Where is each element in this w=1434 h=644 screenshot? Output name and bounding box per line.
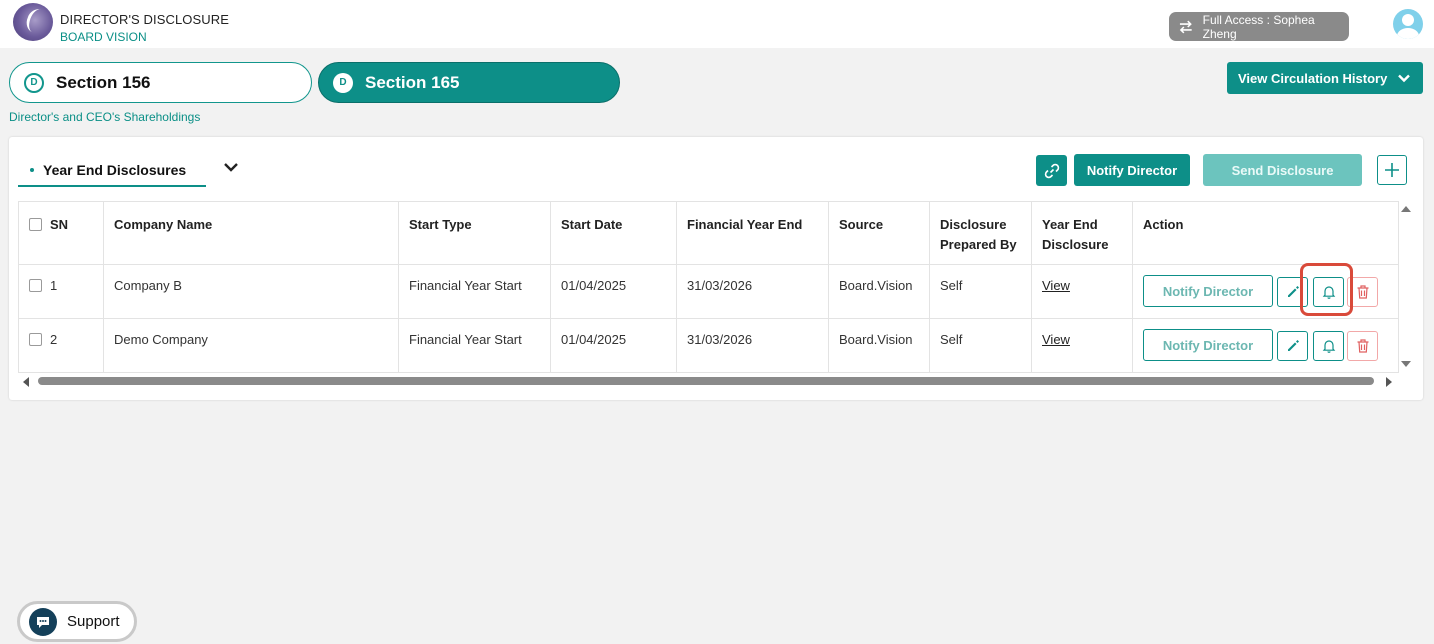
tab-section-156-label: Section 156 [56,72,151,92]
delete-button[interactable] [1347,277,1378,307]
chat-icon [29,607,57,636]
sn-column-header: SN [18,201,104,265]
action-cell: Notify Director [1132,264,1399,319]
sn-cell: 1 [18,264,104,319]
start-type-cell: Financial Year Start [398,264,551,319]
link-icon [1044,163,1059,178]
action-header: Action [1132,201,1399,265]
access-switch-button[interactable]: Full Access : Sophea Zheng [1169,12,1349,41]
app-subtitle: BOARD VISION [60,30,147,44]
circulation-button-label: View Circulation History [1238,70,1388,86]
bell-icon [1322,286,1335,299]
plus-icon [1385,163,1399,177]
access-label: Full Access : Sophea Zheng [1202,12,1315,41]
action-cell: Notify Director [1132,318,1399,373]
user-avatar[interactable] [1393,9,1423,39]
view-circulation-history-button[interactable]: View Circulation History [1227,62,1423,94]
fy-end-cell: 31/03/2026 [676,264,829,319]
sn-value: 1 [50,278,58,293]
start-date-cell: 01/04/2025 [550,318,677,373]
trash-icon [1357,285,1368,299]
board-vision-logo [13,3,53,41]
d-badge-icon: D [24,72,44,93]
app-title: DIRECTOR'S DISCLOSURE [60,12,230,27]
copy-link-button[interactable] [1036,155,1067,186]
prepared-by-cell: Self [929,264,1032,319]
scroll-up-arrow[interactable] [1401,206,1411,212]
trash-icon [1357,339,1368,353]
fy-end-cell: 31/03/2026 [676,318,829,373]
start-date-header[interactable]: Start Date [550,201,677,265]
company-name-header[interactable]: Company Name [103,201,399,265]
section-caption: Director's and CEO's Shareholdings [9,110,201,124]
notify-director-button[interactable]: Notify Director [1074,154,1190,186]
scroll-down-arrow[interactable] [1401,361,1411,367]
pencil-icon [1287,286,1299,297]
company-name-cell: Demo Company [103,318,399,373]
prepared-by-header[interactable]: Disclosure Prepared By [929,201,1032,265]
disclosure-table: SN Company Name Start Type Start Date Fi… [18,201,1399,373]
table-row: 2 Demo Company Financial Year Start 01/0… [18,318,1399,373]
start-type-cell: Financial Year Start [398,318,551,373]
prepared-by-cell: Self [929,318,1032,373]
tab-section-165-label: Section 165 [365,72,460,92]
reminder-button[interactable] [1313,331,1344,361]
select-all-checkbox[interactable] [29,218,42,231]
row-checkbox[interactable] [29,279,42,292]
edit-button[interactable] [1277,331,1308,361]
tab-year-end-label: Year End Disclosures [43,161,187,178]
year-end-disclosure-header[interactable]: Year End Disclosure [1031,201,1133,265]
tab-section-165[interactable]: D Section 165 [318,62,620,103]
sn-cell: 2 [18,318,104,373]
chevron-down-icon[interactable] [222,158,240,176]
source-cell: Board.Vision [828,318,930,373]
scroll-right-arrow[interactable] [1386,377,1392,387]
ye-disclosure-cell: View [1031,264,1133,319]
top-bar: DIRECTOR'S DISCLOSURE BOARD VISION Full … [0,0,1434,48]
view-link[interactable]: View [1042,278,1070,293]
sn-value: 2 [50,332,58,347]
source-cell: Board.Vision [828,264,930,319]
scroll-left-arrow[interactable] [23,377,29,387]
start-date-cell: 01/04/2025 [550,264,677,319]
financial-year-end-header[interactable]: Financial Year End [676,201,829,265]
row-notify-director-button[interactable]: Notify Director [1143,329,1273,361]
send-disclosure-button[interactable]: Send Disclosure [1203,154,1362,186]
tab-section-156[interactable]: D Section 156 [9,62,312,103]
scrollbar-thumb[interactable] [38,377,1374,385]
pencil-icon [1287,340,1299,351]
add-button[interactable] [1377,155,1407,185]
view-link[interactable]: View [1042,332,1070,347]
d-badge-icon: D [333,72,353,93]
support-label: Support [67,613,120,630]
row-checkbox[interactable] [29,333,42,346]
source-header[interactable]: Source [828,201,930,265]
edit-button[interactable] [1277,277,1308,307]
table-header-row: SN Company Name Start Type Start Date Fi… [18,201,1399,265]
horizontal-scrollbar[interactable] [18,374,1398,388]
start-type-header[interactable]: Start Type [398,201,551,265]
tab-year-end-disclosures[interactable]: Year End Disclosures [18,154,206,187]
chevron-down-icon [1398,74,1411,83]
company-name-cell: Company B [103,264,399,319]
ye-disclosure-cell: View [1031,318,1133,373]
support-button[interactable]: Support [17,601,137,642]
row-notify-director-button[interactable]: Notify Director [1143,275,1273,307]
table-row: 1 Company B Financial Year Start 01/04/2… [18,264,1399,319]
sn-header-label: SN [50,217,69,232]
swap-icon [1179,20,1192,33]
bell-icon [1322,340,1335,353]
tab-dot-icon [30,167,34,172]
delete-button[interactable] [1347,331,1378,361]
reminder-button[interactable] [1313,277,1344,307]
